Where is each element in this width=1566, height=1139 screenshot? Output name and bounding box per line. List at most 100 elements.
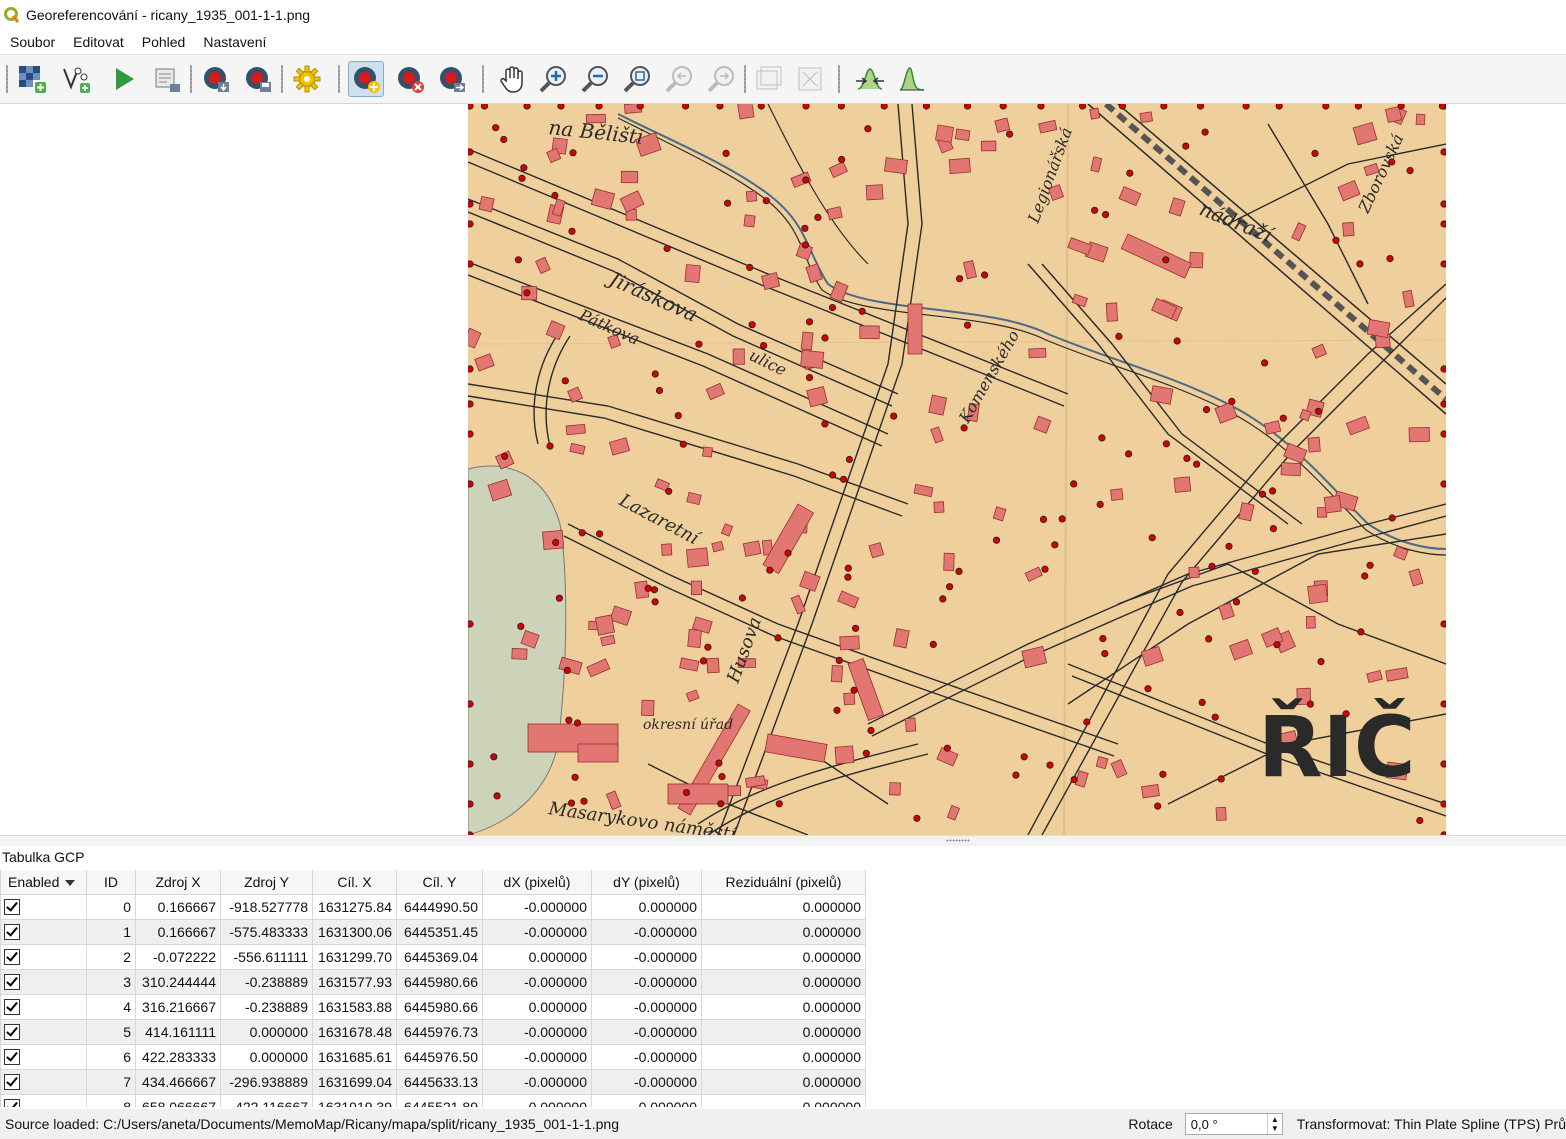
panel-splitter[interactable] <box>0 835 1566 846</box>
gcp-enabled-cell[interactable] <box>0 1093 87 1107</box>
gcp-cell[interactable]: 1631275.84 <box>312 893 397 920</box>
gcp-cell[interactable]: 0.000000 <box>591 893 702 920</box>
gcp-cell[interactable]: 1631583.88 <box>312 993 397 1020</box>
load-gcp-points-button[interactable] <box>198 61 234 97</box>
delete-point-button[interactable] <box>392 61 428 97</box>
zoom-next-button[interactable] <box>704 61 740 97</box>
gcp-cell[interactable]: 0.000000 <box>482 943 592 970</box>
gcp-table-row[interactable]: 2 -0.072222 -556.611111 1631299.70 6445369.0… <box>0 943 866 970</box>
column-source-x[interactable]: Zdroj X <box>135 870 221 895</box>
local-histogram-stretch-button[interactable] <box>894 61 930 97</box>
spin-down-icon[interactable]: ▼ <box>1271 1124 1279 1133</box>
gcp-cell[interactable]: 0 <box>86 893 136 920</box>
gcp-cell[interactable]: 7 <box>86 1068 136 1095</box>
gcp-enabled-cell[interactable] <box>0 943 87 970</box>
gcp-table-row[interactable]: 1 0.166667 -575.483333 1631300.06 6445351.45… <box>0 918 866 945</box>
gcp-cell[interactable]: 1 <box>86 918 136 945</box>
gcp-cell[interactable]: -0.238889 <box>220 968 313 995</box>
rotation-spinbox[interactable]: 0,0 ° ▲ ▼ <box>1184 1113 1283 1135</box>
gcp-cell[interactable]: 414.161111 <box>135 1018 221 1045</box>
gcp-cell[interactable]: -0.000000 <box>482 1093 592 1107</box>
column-dy[interactable]: dY (pixelů) <box>591 870 702 895</box>
gcp-enabled-checkbox[interactable] <box>4 1099 20 1107</box>
gcp-cell[interactable]: 8 <box>86 1093 136 1107</box>
gcp-cell[interactable]: 6445980.66 <box>396 993 483 1020</box>
gcp-cell[interactable]: -0.000000 <box>482 1043 592 1070</box>
gcp-cell[interactable]: 0.000000 <box>701 1018 866 1045</box>
gcp-table-row[interactable]: 7 434.466667 -296.938889 1631699.04 6445633.… <box>0 1068 866 1095</box>
generate-gdal-script-button[interactable] <box>148 61 184 97</box>
menu-editovat[interactable]: Editovat <box>64 34 133 50</box>
pan-button[interactable] <box>494 61 530 97</box>
gcp-enabled-checkbox[interactable] <box>4 899 20 916</box>
gcp-cell[interactable]: 0.166667 <box>135 893 221 920</box>
gcp-cell[interactable]: 1631577.93 <box>312 968 397 995</box>
gcp-cell[interactable]: 316.216667 <box>135 993 221 1020</box>
menu-pohled[interactable]: Pohled <box>133 34 195 50</box>
gcp-cell[interactable]: 1631919.39 <box>312 1093 397 1107</box>
gcp-cell[interactable]: 1631678.48 <box>312 1018 397 1045</box>
gcp-cell[interactable]: 1631685.61 <box>312 1043 397 1070</box>
gcp-cell[interactable]: 0.000000 <box>701 1068 866 1095</box>
gcp-cell[interactable]: 0.000000 <box>701 968 866 995</box>
gcp-enabled-cell[interactable] <box>0 1068 87 1095</box>
gcp-enabled-cell[interactable] <box>0 968 87 995</box>
gcp-table-row[interactable]: 0 0.166667 -918.527778 1631275.84 6444990.50… <box>0 893 866 920</box>
gcp-cell[interactable]: 6445369.04 <box>396 943 483 970</box>
column-enabled[interactable]: Enabled <box>0 870 87 895</box>
gcp-cell[interactable]: -0.000000 <box>482 968 592 995</box>
gcp-table-row[interactable]: 4 316.216667 -0.238889 1631583.88 6445980.66… <box>0 993 866 1020</box>
gcp-cell[interactable]: 6445976.73 <box>396 1018 483 1045</box>
open-raster-button[interactable] <box>14 61 50 97</box>
gcp-table-row[interactable]: 8 658.066667 -422.116667 1631919.39 6445521.… <box>0 1093 866 1107</box>
zoom-in-button[interactable] <box>536 61 572 97</box>
column-dest-y[interactable]: Cíl. Y <box>396 870 483 895</box>
gcp-cell[interactable]: 0.000000 <box>701 1093 866 1107</box>
gcp-enabled-checkbox[interactable] <box>4 924 20 941</box>
georeferencer-map-canvas[interactable]: na Bělišti Jiráskova Pátkova nádraží Leg… <box>0 104 1566 835</box>
gcp-cell[interactable]: -0.000000 <box>482 918 592 945</box>
gcp-cell[interactable]: 6445976.50 <box>396 1043 483 1070</box>
gcp-cell[interactable]: -0.072222 <box>135 943 221 970</box>
move-gcp-point-button[interactable] <box>434 61 470 97</box>
zoom-to-layer-button[interactable] <box>620 61 656 97</box>
gcp-cell[interactable]: 2 <box>86 943 136 970</box>
gcp-cell[interactable]: 6445521.89 <box>396 1093 483 1107</box>
add-point-button[interactable] <box>348 61 384 97</box>
gcp-cell[interactable]: -0.000000 <box>591 1043 702 1070</box>
link-georef-to-qgis-button[interactable] <box>750 61 786 97</box>
column-residual[interactable]: Reziduální (pixelů) <box>701 870 866 895</box>
gcp-cell[interactable]: -0.000000 <box>591 943 702 970</box>
gcp-cell[interactable]: 0.000000 <box>220 1043 313 1070</box>
gcp-cell[interactable]: 6444990.50 <box>396 893 483 920</box>
gcp-cell[interactable]: -296.938889 <box>220 1068 313 1095</box>
gcp-enabled-cell[interactable] <box>0 1018 87 1045</box>
column-dx[interactable]: dX (pixelů) <box>482 870 592 895</box>
menu-soubor[interactable]: Soubor <box>0 34 64 50</box>
gcp-cell[interactable]: 1631299.70 <box>312 943 397 970</box>
gcp-cell[interactable]: 6445633.13 <box>396 1068 483 1095</box>
gcp-cell[interactable]: 422.283333 <box>135 1043 221 1070</box>
gcp-cell[interactable]: -556.611111 <box>220 943 313 970</box>
gcp-cell[interactable]: 0.000000 <box>701 893 866 920</box>
splitter-grip[interactable] <box>946 839 970 842</box>
gcp-enabled-checkbox[interactable] <box>4 1049 20 1066</box>
gcp-cell[interactable]: -0.000000 <box>591 1068 702 1095</box>
save-gcp-points-button[interactable] <box>240 61 276 97</box>
spin-up-icon[interactable]: ▲ <box>1271 1115 1279 1124</box>
gcp-cell[interactable]: 1631699.04 <box>312 1068 397 1095</box>
menu-nastaveni[interactable]: Nastavení <box>194 34 275 50</box>
gcp-cell[interactable]: 6445351.45 <box>396 918 483 945</box>
raster-map-image[interactable]: na Bělišti Jiráskova Pátkova nádraží Leg… <box>468 104 1446 835</box>
gcp-cell[interactable]: 4 <box>86 993 136 1020</box>
gcp-cell[interactable]: 5 <box>86 1018 136 1045</box>
gcp-cell[interactable]: -422.116667 <box>220 1093 313 1107</box>
gcp-table-row[interactable]: 3 310.244444 -0.238889 1631577.93 6445980.66… <box>0 968 866 995</box>
gcp-cell[interactable]: 3 <box>86 968 136 995</box>
gcp-cell[interactable]: -0.000000 <box>591 1018 702 1045</box>
gcp-cell[interactable]: -0.000000 <box>482 893 592 920</box>
gcp-cell[interactable]: 658.066667 <box>135 1093 221 1107</box>
gcp-enabled-cell[interactable] <box>0 918 87 945</box>
gcp-enabled-cell[interactable] <box>0 1043 87 1070</box>
gcp-cell[interactable]: -0.238889 <box>220 993 313 1020</box>
